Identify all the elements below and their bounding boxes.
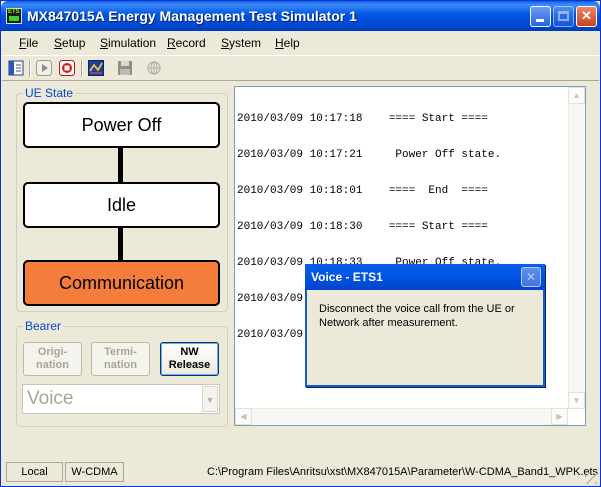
log-line: 2010/03/09 10:17:18 ==== Start ==== [237, 113, 488, 125]
close-button[interactable]: ✕ [576, 6, 597, 27]
dialog-title-bar[interactable]: Voice - ETS1 ✕ [305, 264, 545, 290]
network-icon[interactable] [145, 59, 163, 77]
status-mode: Local [6, 462, 63, 482]
minimize-button[interactable] [530, 6, 551, 27]
play-icon[interactable] [35, 59, 53, 77]
status-parameter-path: C:\Program Files\Anritsu\xst\MX847015A\P… [207, 466, 599, 478]
panel-icon[interactable] [7, 59, 25, 77]
close-icon: ✕ [581, 8, 592, 23]
menu-simulation[interactable]: Simulation [100, 36, 156, 50]
state-idle: Idle [23, 182, 220, 228]
stop-icon[interactable] [58, 59, 76, 77]
dialog-close-button: ✕ [521, 267, 541, 287]
scroll-right-icon[interactable]: ▶ [551, 408, 568, 425]
state-connector [118, 227, 123, 262]
close-icon: ✕ [525, 270, 537, 284]
menu-file[interactable]: File [19, 36, 38, 50]
scroll-up-icon[interactable]: ▲ [568, 87, 585, 104]
maximize-icon [558, 11, 569, 21]
toolbar-separator [29, 60, 31, 77]
menu-bar: File Setup Simulation Record System Help [2, 32, 599, 54]
status-system: W-CDMA [65, 462, 124, 482]
bearer-select-value: Voice [27, 388, 74, 409]
window-title: MX847015A Energy Management Test Simulat… [27, 8, 357, 24]
log-line: 2010/03/09 10:17:21 Power Off state. [237, 149, 502, 161]
log-line: 2010/03/09 10:18:01 ==== End ==== [237, 185, 488, 197]
app-icon-text: ETS [8, 9, 20, 15]
app-logo-icon: ETS [6, 8, 22, 24]
scroll-down-icon[interactable]: ▼ [568, 392, 585, 409]
maximize-button [553, 6, 574, 27]
toolbar [2, 55, 599, 81]
termination-button: Termi- nation [91, 342, 150, 376]
chevron-down-icon: ▼ [202, 386, 218, 412]
bearer-label: Bearer [23, 319, 64, 333]
origination-button: Origi- nation [23, 342, 82, 376]
state-connector [118, 148, 123, 183]
voice-dialog: Voice - ETS1 ✕ Disconnect the voice call… [305, 264, 545, 387]
status-bar: Local W-CDMA C:\Program Files\Anritsu\xs… [2, 458, 599, 486]
nw-release-button[interactable]: NW Release [160, 342, 219, 376]
log-line: 2010/03/09 10:18:30 ==== Start ==== [237, 221, 488, 233]
log-vertical-scrollbar[interactable]: ▲ ▼ [568, 87, 585, 409]
bearer-select: Voice ▼ [22, 384, 220, 414]
log-horizontal-scrollbar[interactable]: ◀ ▶ [235, 408, 568, 425]
resize-grip-icon[interactable] [585, 472, 597, 484]
title-bar[interactable]: ETS MX847015A Energy Management Test Sim… [1, 1, 600, 31]
menu-record[interactable]: Record [167, 36, 206, 50]
state-power-off: Power Off [23, 102, 220, 148]
chart-icon[interactable] [87, 59, 105, 77]
minimize-icon [536, 19, 544, 22]
state-communication: Communication [23, 260, 220, 306]
app-window: ETS MX847015A Energy Management Test Sim… [0, 0, 601, 487]
ue-state-label: UE State [23, 86, 76, 100]
menu-setup[interactable]: Setup [54, 36, 85, 50]
menu-system[interactable]: System [221, 36, 261, 50]
scroll-left-icon[interactable]: ◀ [235, 408, 252, 425]
menu-help[interactable]: Help [275, 36, 300, 50]
dialog-message: Disconnect the voice call from the UE or… [319, 303, 515, 329]
save-icon[interactable] [116, 59, 134, 77]
dialog-title: Voice - ETS1 [311, 270, 383, 284]
toolbar-separator [81, 60, 83, 77]
